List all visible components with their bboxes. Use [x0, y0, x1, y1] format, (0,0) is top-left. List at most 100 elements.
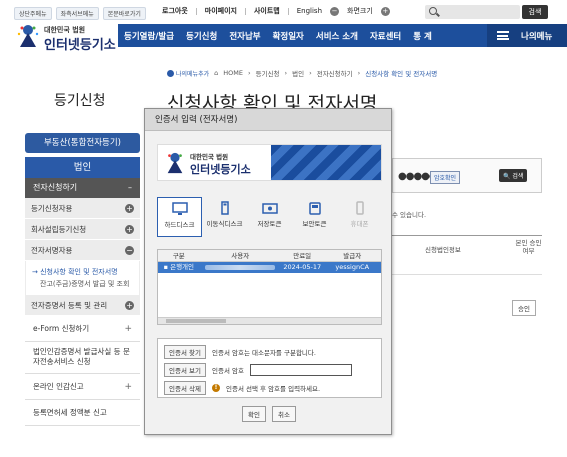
- zoom-in-icon[interactable]: +: [380, 6, 390, 16]
- view-row: 인증서 보기 인증서 암호: [164, 362, 352, 377]
- font-size-label: 화면크기: [347, 7, 373, 15]
- password-area: ●●●●● 암호확인 🔍 검색: [392, 158, 542, 193]
- sidebar-submenu: → 신청사항 확인 및 전자서명 잔고(주금)증명서 발급 및 조회: [25, 261, 140, 295]
- search-button[interactable]: 🔍 검색: [499, 169, 528, 182]
- nav-item-registration[interactable]: 등기신청: [180, 30, 223, 42]
- cert-type-cell: ▪ 은행개인: [163, 263, 195, 271]
- breadcrumb-registration[interactable]: 등기신청: [256, 68, 280, 78]
- sitemap-link[interactable]: 사이트맵: [254, 6, 280, 16]
- sidebar-item-e-cert[interactable]: 전자증명서 등록 및 관리 +: [25, 295, 140, 316]
- find-certificate-button[interactable]: 인증서 찾기: [164, 344, 206, 359]
- banner-subtitle: 대한민국 법원: [190, 153, 229, 161]
- sidebar-item-sms-service[interactable]: 법인인감증명서 발급사실 등 문자전송서비스 신청: [25, 342, 140, 374]
- breadcrumb-home[interactable]: HOME: [223, 69, 243, 77]
- breadcrumb-separator: ›: [248, 69, 251, 77]
- sidebar-sub-active-label: 신청사항 확인 및 전자서명: [40, 268, 118, 276]
- sidebar-section-e-apply[interactable]: 전자신청하기 –: [25, 178, 140, 198]
- find-row: 인증서 찾기 인증서 암호는 대소문자를 구분합니다.: [164, 344, 316, 359]
- case-sensitive-note: 인증서 암호는 대소문자를 구분합니다.: [212, 348, 316, 357]
- sidebar-item-company-setup[interactable]: 회사설립등기신청 +: [25, 219, 140, 240]
- device-label: 보안토큰: [302, 220, 327, 228]
- site-logo[interactable]: 대한민국 법원 인터넷등기소: [16, 23, 116, 53]
- monitor-icon: [171, 202, 188, 215]
- horizontal-scrollbar[interactable]: [158, 317, 381, 324]
- breadcrumb: 나의메뉴추가 ⌂ HOME › 등기신청 › 법인 › 전자신청하기 › 신청사…: [167, 68, 437, 78]
- delete-certificate-button[interactable]: 인증서 삭제: [164, 380, 206, 395]
- sidebar-item-label: 전자증명서 등록 및 관리: [31, 301, 108, 310]
- table-row[interactable]: ▪ 은행개인 2024-05-17 yessignCA: [158, 262, 381, 273]
- add-favorite-label: 나의메뉴추가: [176, 70, 210, 78]
- nav-item-view-issue[interactable]: 등기열람/발급: [118, 30, 180, 42]
- warning-icon: !: [212, 383, 220, 392]
- nav-item-statistics[interactable]: 통 계: [407, 30, 438, 42]
- court-logo-icon: [167, 152, 183, 174]
- breadcrumb-separator: ›: [309, 69, 312, 77]
- nav-item-service[interactable]: 서비스 소개: [310, 30, 364, 42]
- column-header-issuer: 발급자: [343, 252, 362, 260]
- skip-link-content[interactable]: 본문바로가기: [102, 7, 146, 20]
- breadcrumb-separator: ›: [284, 69, 288, 77]
- sidebar-item-label: 등기신청자용: [31, 204, 73, 213]
- breadcrumb-current: 신청사항 확인 및 전자서명: [365, 70, 438, 78]
- sidebar-item-applicant[interactable]: 등기신청자용 +: [25, 198, 140, 219]
- sidebar-item-online-seal[interactable]: 온라인 인감신고 +: [25, 374, 140, 400]
- sidebar-item-eform[interactable]: e-Form 신청하기 +: [25, 316, 140, 342]
- nav-item-resources[interactable]: 자료센터: [364, 30, 407, 42]
- device-storage-token[interactable]: 저장토큰: [247, 197, 292, 237]
- zoom-out-icon[interactable]: −: [330, 6, 340, 16]
- sidebar-sub-balance-cert[interactable]: 잔고(주금)증명서 발급 및 조회: [32, 278, 133, 290]
- top-bar: 상단주메뉴 좌측서브메뉴 본문바로가기 로그아웃 마이페이지 사이트맵 Engl…: [0, 0, 567, 24]
- cancel-button[interactable]: 취소: [272, 406, 296, 422]
- main-navigation: 등기열람/발급 등기신청 전자납부 확정일자 서비스 소개 자료센터 통 계 나…: [118, 24, 567, 47]
- column-header-corp-info: 신청법인정보: [425, 246, 461, 254]
- sidebar-realty-button[interactable]: 부동산(통합전자등기): [25, 133, 140, 153]
- breadcrumb-e-apply[interactable]: 전자신청하기: [317, 68, 353, 78]
- sidebar-item-license-tax[interactable]: 등록면허세 정액분 신고: [25, 400, 140, 426]
- device-security-token[interactable]: 보안토큰: [292, 197, 337, 237]
- certificate-password-input[interactable]: [249, 363, 352, 376]
- skip-link-sub-menu[interactable]: 좌측서브메뉴: [55, 7, 99, 20]
- device-label: 저장토큰: [257, 220, 282, 228]
- scrollbar-thumb[interactable]: [166, 319, 226, 323]
- sidebar: 부동산(통합전자등기) 법인 전자신청하기 – 등기신청자용 + 회사설립등기신청 +…: [25, 133, 140, 426]
- cert-expiry-cell: 2024-05-17: [283, 263, 322, 271]
- banner-pattern: [271, 145, 381, 180]
- breadcrumb-corp[interactable]: 법인: [292, 68, 304, 78]
- search-icon: [429, 7, 437, 15]
- home-icon[interactable]: ⌂: [214, 69, 218, 77]
- ok-button[interactable]: 확인: [242, 406, 266, 422]
- column-header-expiry: 만료일: [293, 252, 312, 260]
- storage-selector: 하드디스크 이동식디스크 저장토큰 보안토큰 휴대폰: [157, 197, 382, 237]
- logout-link[interactable]: 로그아웃: [162, 6, 188, 16]
- device-hard-disk[interactable]: 하드디스크: [157, 197, 202, 237]
- breadcrumb-separator: ›: [357, 69, 361, 77]
- search-button[interactable]: 검색: [522, 5, 548, 19]
- password-confirm-button[interactable]: 암호확인: [430, 171, 461, 184]
- device-phone[interactable]: 휴대폰: [337, 197, 382, 237]
- english-link[interactable]: English: [297, 7, 322, 15]
- certificate-table: 구분 사용자 만료일 발급자 ▪ 은행개인 2024-05-17 yessign…: [157, 249, 382, 325]
- search-button-label: 검색: [512, 173, 524, 180]
- nav-item-payment[interactable]: 전자납부: [223, 30, 266, 42]
- cert-issuer-cell: yessignCA: [335, 263, 370, 271]
- approve-button[interactable]: 승인: [512, 300, 536, 316]
- skip-link-main-menu[interactable]: 상단주메뉴: [14, 7, 52, 20]
- my-menu-button[interactable]: 나의메뉴: [487, 24, 567, 47]
- mypage-link[interactable]: 마이페이지: [205, 6, 237, 16]
- cert-type-label: 은행개인: [170, 263, 195, 271]
- nav-item-fixed-date[interactable]: 확정일자: [267, 30, 310, 42]
- sidebar-item-label: e-Form 신청하기: [33, 324, 90, 333]
- view-certificate-button[interactable]: 인증서 보기: [164, 362, 206, 377]
- divider: [244, 7, 246, 15]
- device-removable-disk[interactable]: 이동식디스크: [202, 197, 247, 237]
- sidebar-sub-active[interactable]: → 신청사항 확인 및 전자서명: [32, 266, 133, 278]
- device-label: 휴대폰: [350, 220, 369, 228]
- utility-menu: 로그아웃 마이페이지 사이트맵 English − 화면크기 +: [162, 6, 390, 16]
- token-icon: [261, 203, 278, 214]
- sidebar-corp-heading[interactable]: 법인: [25, 157, 140, 178]
- hamburger-icon: [497, 31, 509, 40]
- add-favorite-button[interactable]: 나의메뉴추가: [167, 69, 209, 78]
- my-menu-label: 나의메뉴: [521, 31, 553, 42]
- sidebar-item-signer[interactable]: 전자서명자용 −: [25, 240, 140, 261]
- search-input[interactable]: [425, 5, 520, 19]
